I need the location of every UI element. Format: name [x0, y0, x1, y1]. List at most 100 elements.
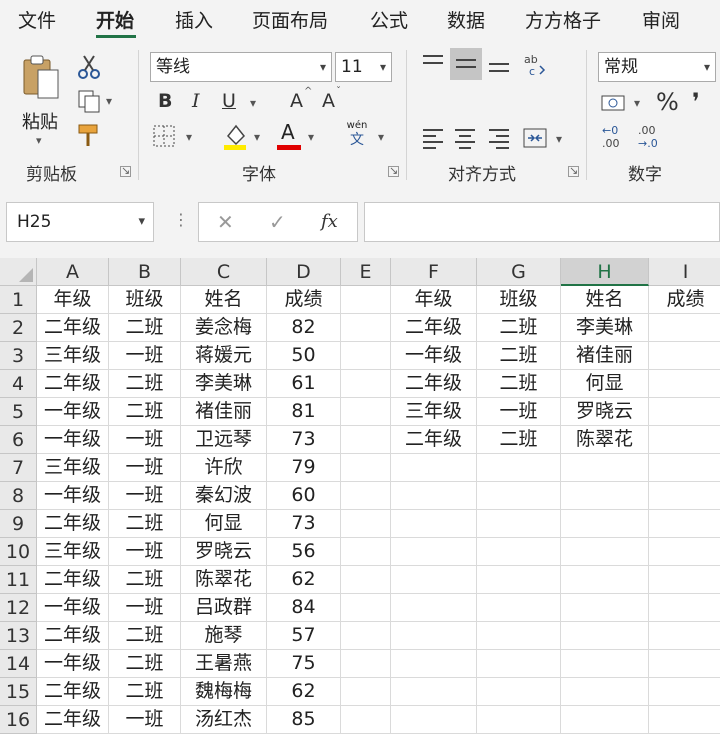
fill-color-icon[interactable]	[222, 122, 248, 150]
cell-i10[interactable]	[649, 538, 720, 566]
tab-home[interactable]: 开始	[96, 6, 134, 33]
cell-c11[interactable]: 陈翠花	[181, 566, 267, 594]
cell-i8[interactable]	[649, 482, 720, 510]
cell-b4[interactable]: 二班	[109, 370, 181, 398]
column-header-h[interactable]: H	[561, 258, 649, 286]
cell-d14[interactable]: 75	[267, 650, 341, 678]
formula-input[interactable]	[364, 202, 720, 242]
cell-b2[interactable]: 二班	[109, 314, 181, 342]
font-size-combo[interactable]: 11 ▾	[335, 52, 392, 82]
cell-d6[interactable]: 73	[267, 426, 341, 454]
row-header-1[interactable]: 1	[0, 286, 37, 314]
cell-h10[interactable]	[561, 538, 649, 566]
align-left-icon[interactable]	[420, 126, 446, 150]
cell-g13[interactable]	[477, 622, 561, 650]
cell-a15[interactable]: 二年级	[37, 678, 109, 706]
row-header-3[interactable]: 3	[0, 342, 37, 370]
row-header-7[interactable]: 7	[0, 454, 37, 482]
cell-i14[interactable]	[649, 650, 720, 678]
cell-e2[interactable]	[341, 314, 391, 342]
cell-g3[interactable]: 二班	[477, 342, 561, 370]
cell-h13[interactable]	[561, 622, 649, 650]
italic-button[interactable]: I	[192, 90, 200, 112]
more-options-icon[interactable]: ⋮	[173, 210, 189, 229]
cell-g14[interactable]	[477, 650, 561, 678]
cell-c5[interactable]: 褚佳丽	[181, 398, 267, 426]
shrink-font-button[interactable]: A	[322, 90, 335, 112]
cell-i4[interactable]	[649, 370, 720, 398]
cell-e5[interactable]	[341, 398, 391, 426]
cell-f7[interactable]	[391, 454, 477, 482]
cell-b6[interactable]: 一班	[109, 426, 181, 454]
cell-h15[interactable]	[561, 678, 649, 706]
percent-style-button[interactable]: %	[656, 88, 679, 116]
cell-d7[interactable]: 79	[267, 454, 341, 482]
cell-i6[interactable]	[649, 426, 720, 454]
cell-i2[interactable]	[649, 314, 720, 342]
chevron-down-icon[interactable]: ▾	[254, 130, 260, 144]
cell-h8[interactable]	[561, 482, 649, 510]
cell-c4[interactable]: 李美琳	[181, 370, 267, 398]
cell-e15[interactable]	[341, 678, 391, 706]
row-header-12[interactable]: 12	[0, 594, 37, 622]
row-header-16[interactable]: 16	[0, 706, 37, 734]
cell-a7[interactable]: 三年级	[37, 454, 109, 482]
cell-c8[interactable]: 秦幻波	[181, 482, 267, 510]
cell-c14[interactable]: 王暑燕	[181, 650, 267, 678]
underline-button[interactable]: U	[222, 90, 236, 112]
cell-f14[interactable]	[391, 650, 477, 678]
bold-button[interactable]: B	[158, 90, 172, 112]
cell-i16[interactable]	[649, 706, 720, 734]
cell-d3[interactable]: 50	[267, 342, 341, 370]
cell-a11[interactable]: 二年级	[37, 566, 109, 594]
cell-h9[interactable]	[561, 510, 649, 538]
row-header-6[interactable]: 6	[0, 426, 37, 454]
dialog-launcher-icon[interactable]: ↘	[568, 165, 579, 177]
cell-c3[interactable]: 蒋媛元	[181, 342, 267, 370]
cell-f8[interactable]	[391, 482, 477, 510]
cell-d5[interactable]: 81	[267, 398, 341, 426]
borders-icon[interactable]	[152, 124, 176, 148]
number-format-combo[interactable]: 常规 ▾	[598, 52, 716, 82]
row-header-2[interactable]: 2	[0, 314, 37, 342]
format-painter-icon[interactable]	[76, 122, 102, 148]
enter-check-icon[interactable]: ✓	[269, 210, 286, 234]
cell-d12[interactable]: 84	[267, 594, 341, 622]
cell-h14[interactable]	[561, 650, 649, 678]
cell-b3[interactable]: 一班	[109, 342, 181, 370]
chevron-down-icon[interactable]: ▾	[634, 96, 640, 110]
cell-e12[interactable]	[341, 594, 391, 622]
decrease-decimal-icon[interactable]: .00 →.0	[636, 122, 666, 150]
copy-icon[interactable]	[76, 88, 102, 114]
cell-g12[interactable]	[477, 594, 561, 622]
column-header-f[interactable]: F	[391, 258, 477, 286]
cell-e10[interactable]	[341, 538, 391, 566]
column-header-i[interactable]: I	[649, 258, 720, 286]
align-middle-button[interactable]	[450, 48, 482, 80]
cell-i5[interactable]	[649, 398, 720, 426]
cell-i11[interactable]	[649, 566, 720, 594]
cell-a5[interactable]: 一年级	[37, 398, 109, 426]
row-header-14[interactable]: 14	[0, 650, 37, 678]
tab-fangfang[interactable]: 方方格子	[525, 6, 601, 33]
currency-icon[interactable]	[600, 92, 628, 114]
cell-a8[interactable]: 一年级	[37, 482, 109, 510]
cell-d16[interactable]: 85	[267, 706, 341, 734]
cut-icon[interactable]	[76, 54, 102, 80]
tab-formulas[interactable]: 公式	[370, 6, 408, 33]
cell-i3[interactable]	[649, 342, 720, 370]
cell-f15[interactable]	[391, 678, 477, 706]
chevron-down-icon[interactable]: ▾	[250, 96, 256, 110]
row-header-9[interactable]: 9	[0, 510, 37, 538]
chevron-down-icon[interactable]: ▾	[106, 94, 112, 108]
cell-h3[interactable]: 褚佳丽	[561, 342, 649, 370]
cell-h2[interactable]: 李美琳	[561, 314, 649, 342]
cell-b15[interactable]: 二班	[109, 678, 181, 706]
cell-g2[interactable]: 二班	[477, 314, 561, 342]
column-header-g[interactable]: G	[477, 258, 561, 286]
cell-i13[interactable]	[649, 622, 720, 650]
cell-c15[interactable]: 魏梅梅	[181, 678, 267, 706]
cell-g10[interactable]	[477, 538, 561, 566]
cell-b10[interactable]: 一班	[109, 538, 181, 566]
cell-d11[interactable]: 62	[267, 566, 341, 594]
